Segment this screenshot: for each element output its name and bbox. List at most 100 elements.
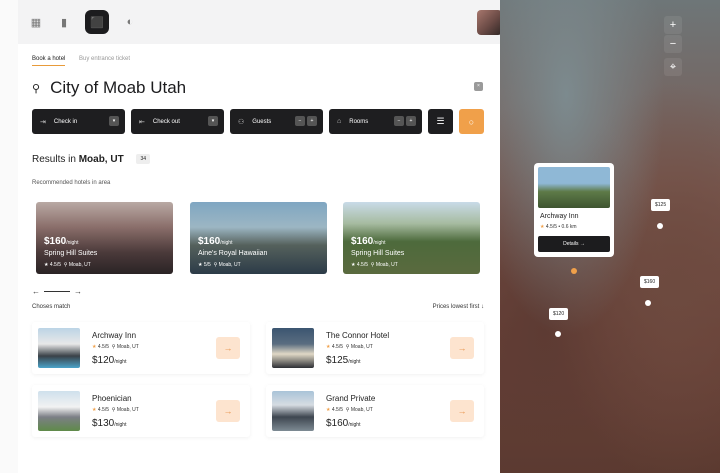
star-icon: ★: [92, 344, 97, 350]
minus-icon[interactable]: −: [295, 116, 305, 126]
hotel-image: [272, 391, 314, 431]
pin-icon: ⚲: [213, 262, 218, 268]
chose-label: Choses match: [32, 304, 71, 310]
pin-icon: ⚲: [370, 262, 375, 268]
pin-icon: ⚲: [345, 407, 350, 413]
plus-icon[interactable]: +: [406, 116, 416, 126]
top-nav: ▦ ▮ ⬛ ◐: [18, 0, 502, 44]
star-icon: ★: [540, 224, 545, 230]
star-icon: ★: [198, 262, 203, 268]
star-icon: ★: [44, 262, 49, 268]
checkin-filter[interactable]: ⇥ Check in ▾: [32, 109, 125, 134]
checkout-label: Check out: [152, 118, 180, 125]
map-marker[interactable]: [555, 331, 561, 337]
hotel-card[interactable]: The Connor Hotel ★ 4.5/5 ⚲ Moab, UT $125…: [266, 322, 484, 374]
hotel-image: [38, 328, 80, 368]
featured-name: Aine's Royal Hawaiian: [198, 250, 268, 257]
results-place: Moab, UT: [78, 154, 124, 165]
results-heading: Results in Moab, UT 34: [32, 154, 151, 165]
star-icon: ★: [92, 407, 97, 413]
popup-name: Archway Inn: [540, 213, 579, 220]
search-button[interactable]: ○: [459, 109, 484, 134]
checkout-filter[interactable]: ⇤ Check out ▾: [131, 109, 224, 134]
arrow-right-icon[interactable]: →: [450, 337, 474, 359]
users-icon: ⚇: [238, 118, 245, 126]
sort-dropdown[interactable]: Prices lowest first ↓: [433, 304, 484, 310]
featured-card[interactable]: $160/night Spring Hill Suites ★ 4.5/5 ⚲ …: [36, 202, 173, 274]
zoom-out-button[interactable]: −: [664, 35, 682, 53]
booking-pane: ▦ ▮ ⬛ ◐ Book a hotel Buy entrance ticket…: [0, 0, 502, 473]
pin-icon: ⚲: [345, 344, 350, 350]
arrow-right-icon[interactable]: →: [450, 400, 474, 422]
map-marker[interactable]: [657, 223, 663, 229]
search-icon: ○: [468, 116, 475, 127]
featured-name: Spring Hill Suites: [351, 250, 405, 257]
star-icon: ★: [326, 407, 331, 413]
price-tag[interactable]: $120: [549, 308, 569, 320]
price-tag[interactable]: $125: [651, 199, 671, 211]
recommended-label: Recommended hotels in area: [32, 180, 111, 186]
settings-sliders-button[interactable]: ☰: [428, 109, 453, 134]
document-icon[interactable]: ▮: [52, 10, 76, 34]
hotel-card[interactable]: Grand Private ★ 4.5/5 ⚲ Moab, UT $160/ni…: [266, 385, 484, 437]
rooms-filter[interactable]: ⌂ Rooms − +: [329, 109, 422, 134]
guests-label: Guests: [252, 118, 272, 125]
avatar[interactable]: [477, 10, 502, 35]
hotel-price: $130/night: [92, 418, 127, 429]
arrow-right-icon[interactable]: →: [216, 400, 240, 422]
search-bar[interactable]: ⚲ City of Moab Utah: [32, 78, 186, 98]
hotel-price: $125/night: [326, 355, 361, 366]
filter-row: ⇥ Check in ▾ ⇤ Check out ▾ ⚇ Guests − + …: [32, 109, 484, 134]
tab-book-hotel[interactable]: Book a hotel: [32, 56, 66, 66]
hotel-price: $160/night: [326, 418, 361, 429]
featured-meta: ★ 4.5/5 ⚲ Moab, UT: [44, 262, 91, 268]
price-tag[interactable]: $160: [640, 276, 660, 288]
chevron-down-icon: ▾: [208, 116, 218, 126]
featured-name: Spring Hill Suites: [44, 250, 98, 257]
search-icon: ⚲: [32, 82, 41, 95]
arrow-left-icon[interactable]: ←: [32, 287, 40, 296]
locate-button[interactable]: ⌖: [664, 58, 682, 76]
tab-buy-ticket[interactable]: Buy entrance ticket: [79, 56, 130, 62]
arrow-right-icon[interactable]: →: [74, 287, 82, 296]
featured-card[interactable]: $160/night Spring Hill Suites ★ 4.5/5 ⚲ …: [343, 202, 480, 274]
featured-price: $160/night: [351, 236, 386, 247]
plus-icon: +: [669, 19, 677, 31]
hotel-name: Archway Inn: [92, 331, 137, 340]
minus-icon: −: [669, 38, 677, 50]
main-panel: Book a hotel Buy entrance ticket ⚲ City …: [18, 44, 500, 473]
hotel-name: The Connor Hotel: [326, 331, 390, 340]
clear-icon[interactable]: ×: [474, 82, 483, 91]
guests-filter[interactable]: ⚇ Guests − +: [230, 109, 323, 134]
map-marker[interactable]: [645, 300, 651, 306]
featured-card[interactable]: $160/night Aine's Royal Hawaiian ★ 5/5 ⚲…: [190, 202, 327, 274]
featured-price: $160/night: [198, 236, 233, 247]
checkin-label: Check in: [53, 118, 78, 125]
hotel-meta: ★ 4.5/5 ⚲ Moab, UT: [92, 344, 139, 350]
booking-tabs: Book a hotel Buy entrance ticket: [32, 56, 142, 66]
popup-image: [538, 167, 610, 208]
map-marker[interactable]: [571, 268, 577, 274]
login-icon: ⇥: [40, 118, 46, 126]
arrow-right-icon[interactable]: →: [216, 337, 240, 359]
grid-icon[interactable]: ▦: [24, 10, 48, 34]
hotel-card[interactable]: Archway Inn ★ 4.5/5 ⚲ Moab, UT $120/nigh…: [32, 322, 250, 374]
map-hotel-popup[interactable]: Archway Inn ★ 4.5/5 • 0.6 km Details →: [534, 163, 614, 257]
popup-meta: ★ 4.5/5 • 0.6 km: [540, 224, 577, 230]
hotel-image: [38, 391, 80, 431]
featured-price: $160/night: [44, 236, 79, 247]
pin-icon: ⚲: [111, 407, 116, 413]
carousel-pager: ← →: [32, 287, 82, 296]
details-button[interactable]: Details →: [538, 236, 610, 252]
bag-icon[interactable]: ⬛: [85, 10, 109, 34]
minus-icon[interactable]: −: [394, 116, 404, 126]
hotel-meta: ★ 4.5/5 ⚲ Moab, UT: [92, 407, 139, 413]
hotel-name: Phoenician: [92, 394, 132, 403]
plus-icon[interactable]: +: [307, 116, 317, 126]
search-input[interactable]: City of Moab Utah: [50, 78, 186, 98]
star-icon: ★: [351, 262, 356, 268]
sliders-icon: ☰: [436, 116, 445, 126]
hotel-card[interactable]: Phoenician ★ 4.5/5 ⚲ Moab, UT $130/night…: [32, 385, 250, 437]
zoom-in-button[interactable]: +: [664, 16, 682, 34]
shield-icon[interactable]: ◐: [118, 10, 142, 34]
